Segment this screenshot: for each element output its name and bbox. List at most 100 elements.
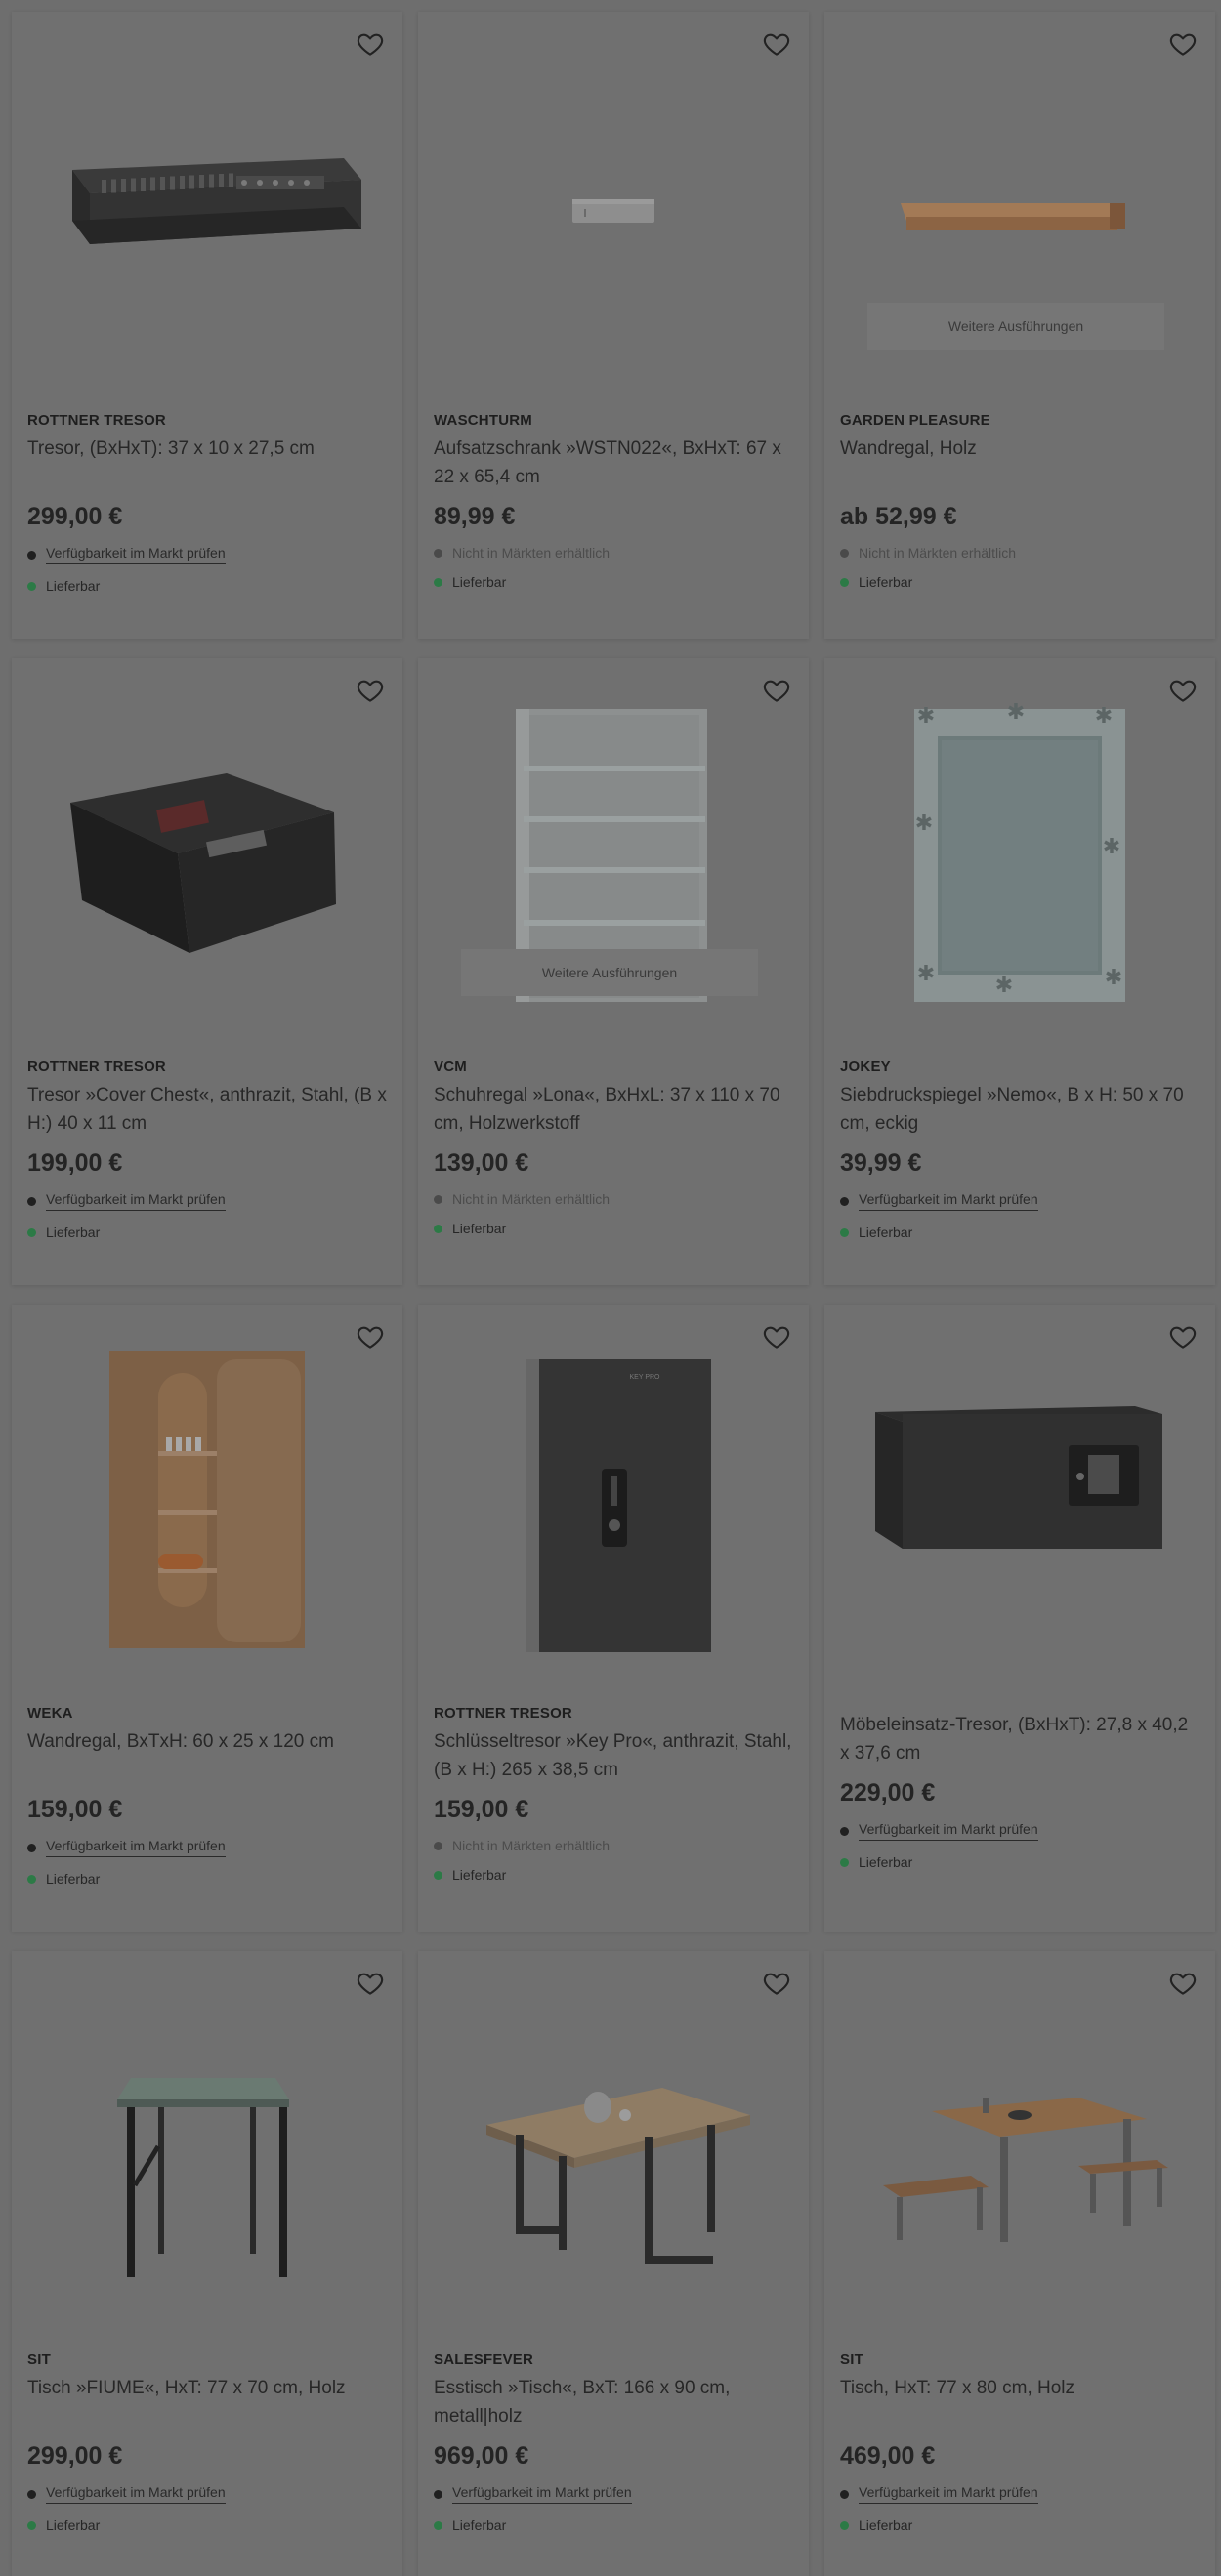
- wishlist-heart-icon[interactable]: [1168, 676, 1198, 705]
- check-store-availability-link[interactable]: Verfügbarkeit im Markt prüfen: [46, 1191, 226, 1211]
- wishlist-heart-icon[interactable]: [356, 29, 385, 59]
- wishlist-heart-icon[interactable]: [762, 1969, 791, 1998]
- svg-text:✱: ✱: [1007, 699, 1025, 724]
- delivery-label: Lieferbar: [452, 2517, 507, 2533]
- delivery-status: Lieferbar: [840, 1854, 1200, 1870]
- check-store-availability-link[interactable]: Verfügbarkeit im Markt prüfen: [859, 1191, 1038, 1211]
- product-info: SIT Tisch »FIUME«, HxT: 77 x 70 cm, Holz…: [27, 2351, 387, 2533]
- product-card[interactable]: ROTTNER TRESOR Tresor »Cover Chest«, ant…: [12, 658, 402, 1285]
- wishlist-heart-icon[interactable]: [762, 676, 791, 705]
- product-card[interactable]: SIT Tisch, HxT: 77 x 80 cm, Holz 469,00 …: [824, 1951, 1215, 2576]
- store-availability: Nicht in Märkten erhältlich: [434, 1191, 793, 1207]
- wishlist-heart-icon[interactable]: [762, 29, 791, 59]
- product-card[interactable]: SIT Tisch »FIUME«, HxT: 77 x 70 cm, Holz…: [12, 1951, 402, 2576]
- product-card[interactable]: ✱ ✱ ✱ ✱ ✱ ✱ ✱ ✱ JOKEY Siebdruckspiegel »Nemo«, …: [824, 658, 1215, 1285]
- product-title[interactable]: Siebdruckspiegel »Nemo«, B x H: 50 x 70 …: [840, 1081, 1200, 1138]
- delivery-label: Lieferbar: [859, 2517, 913, 2533]
- product-image[interactable]: [418, 1951, 809, 2342]
- product-title[interactable]: Esstisch »Tisch«, BxT: 166 x 90 cm, meta…: [434, 2374, 793, 2431]
- wishlist-heart-icon[interactable]: [356, 1969, 385, 1998]
- availability-dot-icon: [27, 1843, 36, 1852]
- wishlist-heart-icon[interactable]: [356, 676, 385, 705]
- availability-dot-icon: [840, 2489, 849, 2499]
- store-availability[interactable]: Verfügbarkeit im Markt prüfen: [434, 2484, 793, 2504]
- product-card[interactable]: Möbeleinsatz-Tresor, (BxHxT): 27,8 x 40,…: [824, 1305, 1215, 1932]
- check-store-availability-link[interactable]: Verfügbarkeit im Markt prüfen: [859, 1821, 1038, 1841]
- availability-dot-icon: [840, 548, 849, 558]
- product-title[interactable]: Tisch, HxT: 77 x 80 cm, Holz: [840, 2374, 1200, 2431]
- product-price: 299,00 €: [27, 503, 123, 530]
- product-card[interactable]: Weitere Ausführungen VCM Schuhregal »Lon…: [418, 658, 809, 1285]
- store-availability[interactable]: Verfügbarkeit im Markt prüfen: [840, 1821, 1200, 1841]
- store-availability[interactable]: Verfügbarkeit im Markt prüfen: [27, 2484, 387, 2504]
- wall-cabinet-image: [572, 199, 654, 223]
- chest-safe-image: [70, 773, 336, 953]
- product-image[interactable]: [418, 12, 809, 402]
- product-title[interactable]: Wandregal, BxTxH: 60 x 25 x 120 cm: [27, 1727, 387, 1784]
- product-price: 39,99 €: [840, 1149, 922, 1177]
- store-availability[interactable]: Verfügbarkeit im Markt prüfen: [840, 1191, 1200, 1211]
- check-store-availability-link[interactable]: Verfügbarkeit im Markt prüfen: [46, 2484, 226, 2504]
- in-stock-dot-icon: [434, 1224, 442, 1233]
- product-title[interactable]: Möbeleinsatz-Tresor, (BxHxT): 27,8 x 40,…: [840, 1711, 1200, 1767]
- store-availability[interactable]: Verfügbarkeit im Markt prüfen: [27, 1191, 387, 1211]
- more-variants-button[interactable]: Weitere Ausführungen: [461, 949, 758, 996]
- in-stock-dot-icon: [27, 1874, 36, 1884]
- check-store-availability-link[interactable]: Verfügbarkeit im Markt prüfen: [46, 545, 226, 564]
- delivery-status: Lieferbar: [840, 1225, 1200, 1240]
- not-in-stores-text: Nicht in Märkten erhältlich: [452, 1191, 610, 1207]
- store-availability: Nicht in Märkten erhältlich: [434, 545, 793, 561]
- product-price: 969,00 €: [434, 2442, 529, 2470]
- store-availability[interactable]: Verfügbarkeit im Markt prüfen: [27, 1838, 387, 1857]
- product-image[interactable]: [824, 1951, 1215, 2342]
- product-image[interactable]: [12, 1305, 402, 1695]
- product-card[interactable]: ROTTNER TRESOR Tresor, (BxHxT): 37 x 10 …: [12, 12, 402, 639]
- product-card[interactable]: KEY PRO ROTTNER TRESOR Schlüsseltresor »…: [418, 1305, 809, 1932]
- product-info: SIT Tisch, HxT: 77 x 80 cm, Holz 469,00 …: [840, 2351, 1200, 2533]
- product-image[interactable]: [12, 12, 402, 402]
- product-image[interactable]: [12, 658, 402, 1049]
- product-brand: ROTTNER TRESOR: [27, 1059, 166, 1075]
- delivery-label: Lieferbar: [452, 1221, 507, 1236]
- wishlist-heart-icon[interactable]: [356, 1322, 385, 1351]
- product-title[interactable]: Schuhregal »Lona«, BxHxL: 37 x 110 x 70 …: [434, 1081, 793, 1138]
- check-store-availability-link[interactable]: Verfügbarkeit im Markt prüfen: [452, 2484, 632, 2504]
- product-price: 469,00 €: [840, 2442, 936, 2470]
- product-card[interactable]: WASCHTURM Aufsatzschrank »WSTN022«, BxHx…: [418, 12, 809, 639]
- delivery-label: Lieferbar: [46, 1225, 101, 1240]
- product-brand: ROTTNER TRESOR: [434, 1705, 572, 1722]
- wishlist-heart-icon[interactable]: [1168, 29, 1198, 59]
- product-brand: VCM: [434, 1059, 467, 1075]
- svg-text:✱: ✱: [917, 961, 935, 985]
- product-image[interactable]: [824, 1305, 1215, 1695]
- wishlist-heart-icon[interactable]: [1168, 1969, 1198, 1998]
- wishlist-heart-icon[interactable]: [762, 1322, 791, 1351]
- delivery-status: Lieferbar: [434, 1221, 793, 1236]
- in-stock-dot-icon: [840, 1857, 849, 1867]
- check-store-availability-link[interactable]: Verfügbarkeit im Markt prüfen: [46, 1838, 226, 1857]
- wishlist-heart-icon[interactable]: [1168, 1322, 1198, 1351]
- product-title[interactable]: Tresor »Cover Chest«, anthrazit, Stahl, …: [27, 1081, 387, 1138]
- product-image[interactable]: [12, 1951, 402, 2342]
- dining-table-image: [486, 2088, 750, 2264]
- product-info: WASCHTURM Aufsatzschrank »WSTN022«, BxHx…: [434, 412, 793, 590]
- product-info: ROTTNER TRESOR Schlüsseltresor »Key Pro«…: [434, 1705, 793, 1883]
- product-card[interactable]: Weitere Ausführungen GARDEN PLEASURE Wan…: [824, 12, 1215, 639]
- store-availability: Nicht in Märkten erhältlich: [434, 1838, 793, 1853]
- product-image[interactable]: ✱ ✱ ✱ ✱ ✱ ✱ ✱ ✱: [824, 658, 1215, 1049]
- product-card[interactable]: WEKA Wandregal, BxTxH: 60 x 25 x 120 cm …: [12, 1305, 402, 1932]
- store-availability[interactable]: Verfügbarkeit im Markt prüfen: [840, 2484, 1200, 2504]
- product-title[interactable]: Schlüsseltresor »Key Pro«, anthrazit, St…: [434, 1727, 793, 1784]
- check-store-availability-link[interactable]: Verfügbarkeit im Markt prüfen: [859, 2484, 1038, 2504]
- product-card[interactable]: SALESFEVER Esstisch »Tisch«, BxT: 166 x …: [418, 1951, 809, 2576]
- store-availability[interactable]: Verfügbarkeit im Markt prüfen: [27, 545, 387, 564]
- delivery-status: Lieferbar: [27, 1871, 387, 1887]
- product-image[interactable]: KEY PRO: [418, 1305, 809, 1695]
- product-title[interactable]: Aufsatzschrank »WSTN022«, BxHxT: 67 x 22…: [434, 435, 793, 491]
- availability-dot-icon: [434, 2489, 442, 2499]
- product-title[interactable]: Wandregal, Holz: [840, 435, 1200, 491]
- product-title[interactable]: Tresor, (BxHxT): 37 x 10 x 27,5 cm: [27, 435, 387, 491]
- more-variants-button[interactable]: Weitere Ausführungen: [867, 303, 1164, 350]
- svg-text:✱: ✱: [1105, 965, 1122, 989]
- product-title[interactable]: Tisch »FIUME«, HxT: 77 x 70 cm, Holz: [27, 2374, 387, 2431]
